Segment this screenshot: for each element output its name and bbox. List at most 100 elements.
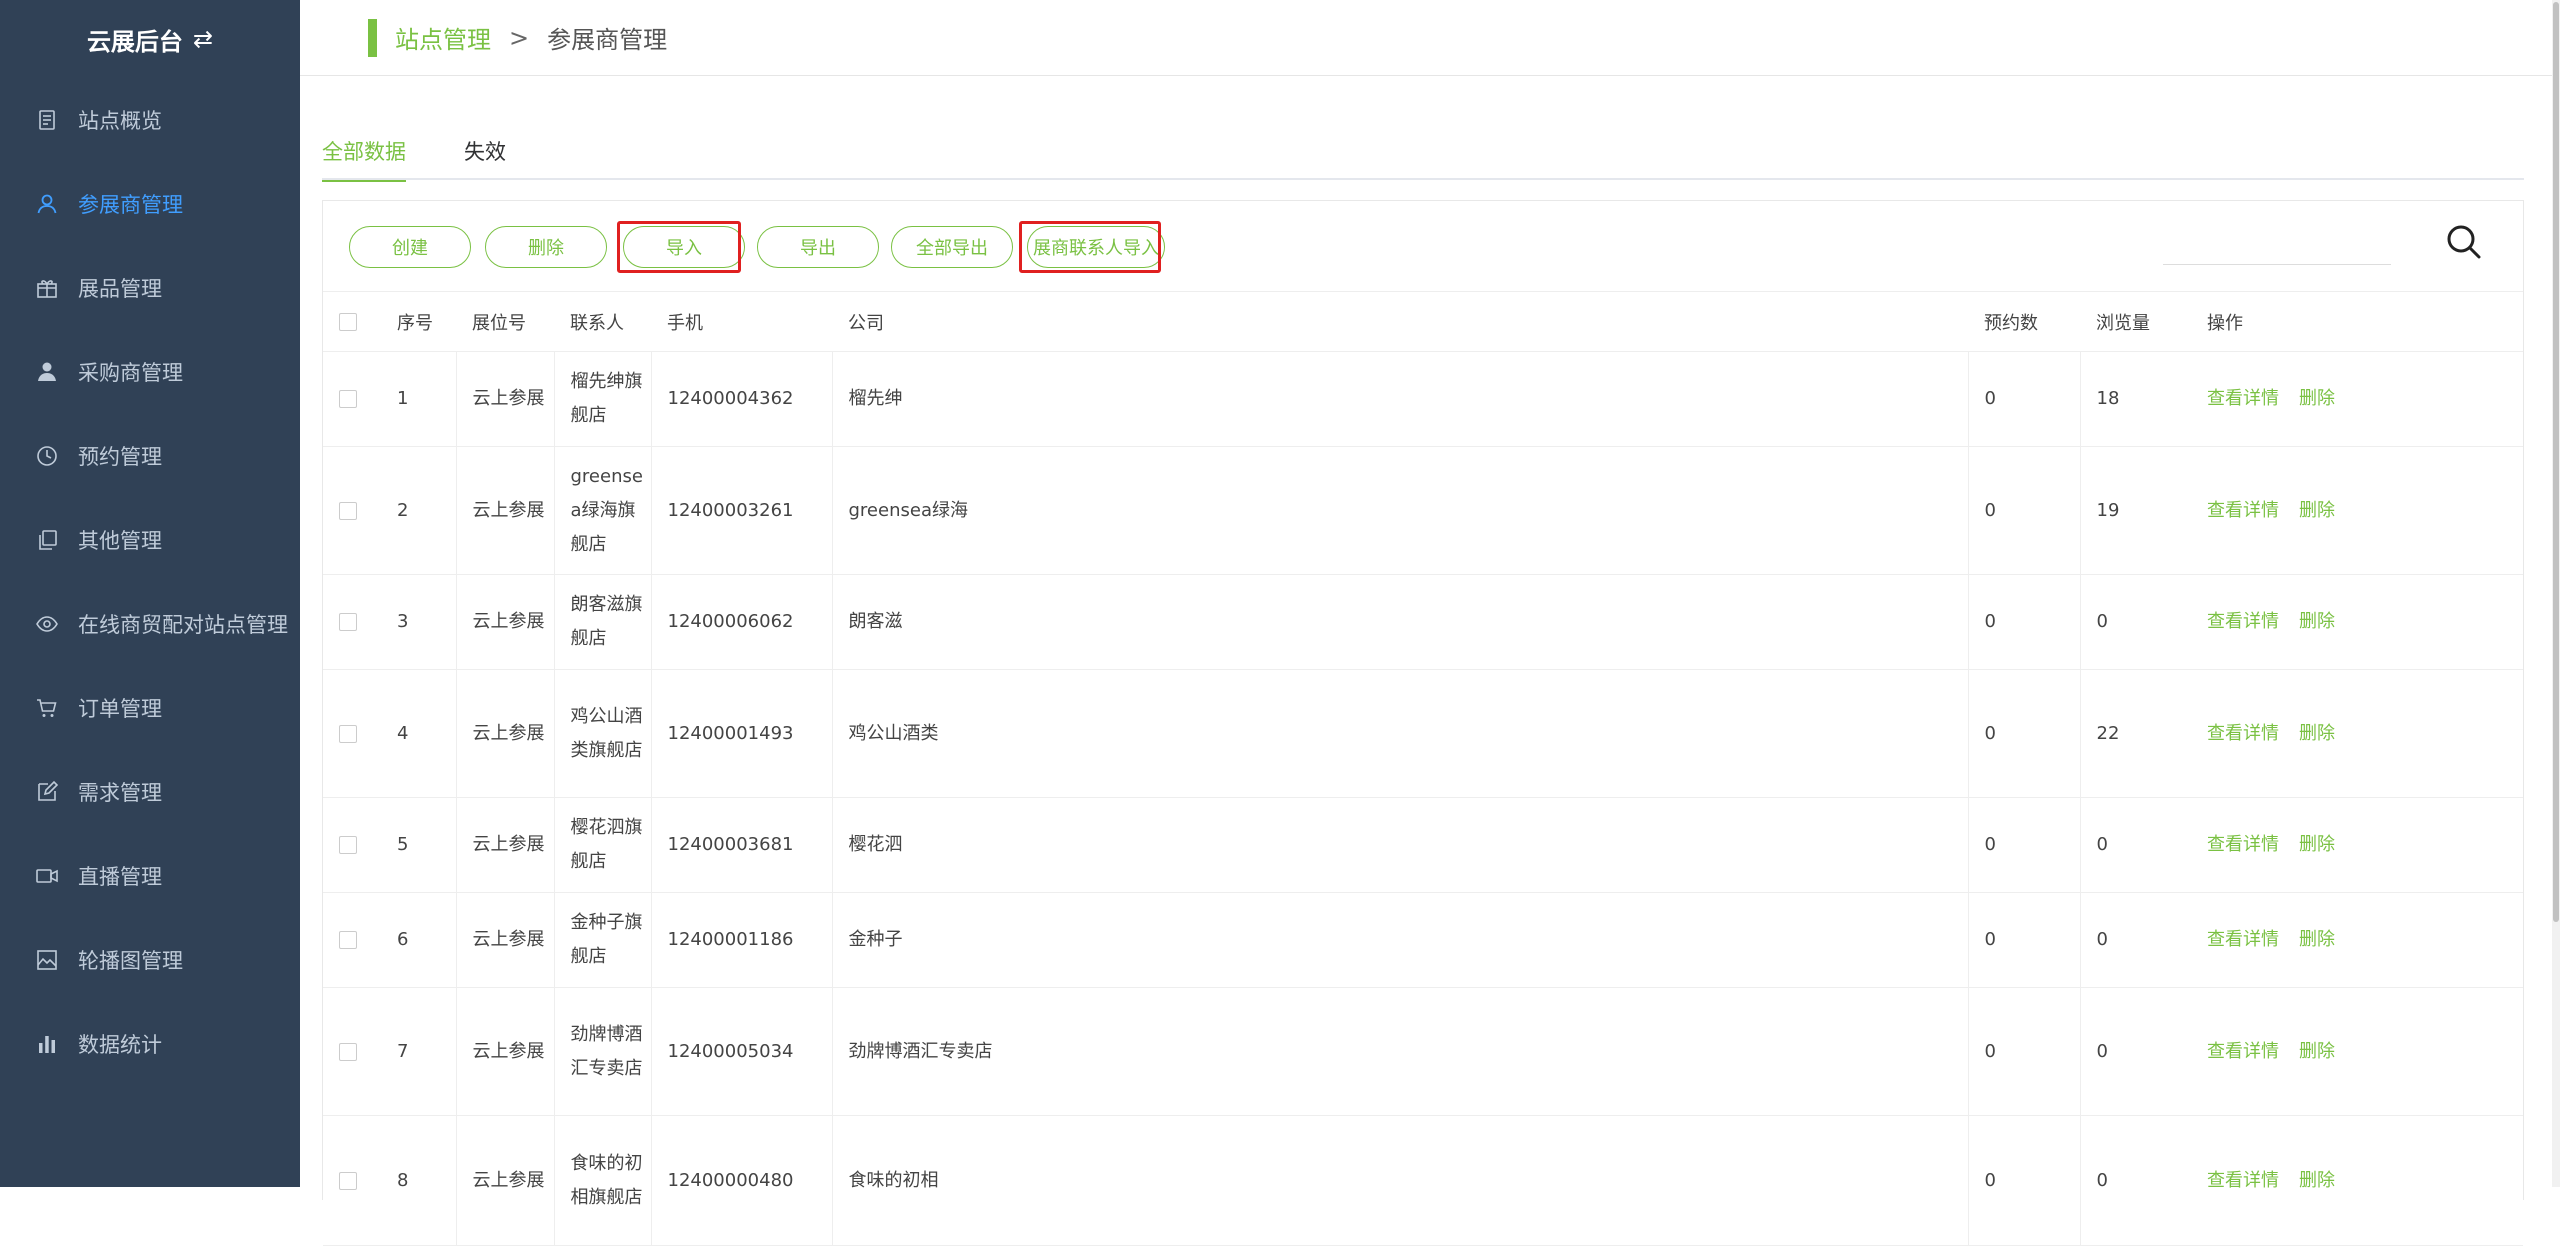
- row-checkbox[interactable]: [339, 613, 357, 631]
- table-row: 7 云上参展 劲牌博酒汇专卖店 12400005034 劲牌博酒汇专卖店 0 0 查看详情 删除: [323, 987, 2523, 1116]
- cell-booth: 云上参展: [455, 574, 554, 670]
- table-row: 8 云上参展 食味的初相旗舰店 12400000480 食味的初相 0 0 查看详情 删除: [323, 1115, 2523, 1246]
- delete-row-link[interactable]: 删除: [2299, 388, 2335, 409]
- delete-row-link[interactable]: 删除: [2299, 929, 2335, 950]
- select-all-checkbox[interactable]: [339, 313, 357, 331]
- header-bookings: 预约数: [1968, 291, 2080, 352]
- sidebar-item-label: 订单管理: [78, 697, 162, 721]
- cell-actions: 查看详情 删除: [2191, 892, 2523, 988]
- sidebar-item-1[interactable]: 参展商管理: [0, 162, 300, 246]
- sidebar-item-8[interactable]: 需求管理: [0, 750, 300, 834]
- header-phone: 手机: [651, 291, 832, 352]
- sidebar-item-11[interactable]: 数据统计: [0, 1002, 300, 1086]
- cell-actions: 查看详情 删除: [2191, 446, 2523, 575]
- view-details-link[interactable]: 查看详情: [2207, 834, 2279, 855]
- cell-actions: 查看详情 删除: [2191, 987, 2523, 1116]
- export-button[interactable]: 导出: [757, 226, 879, 268]
- tab-invalid[interactable]: 失效: [464, 120, 506, 180]
- search-icon[interactable]: [2445, 223, 2483, 261]
- cell-booth: 云上参展: [455, 1115, 554, 1246]
- search-underline: [2163, 264, 2391, 265]
- table-row: 3 云上参展 朗客滋旗舰店 12400006062 朗客滋 0 0 查看详情 删除: [323, 574, 2523, 670]
- scrollbar-thumb[interactable]: [2553, 2, 2559, 922]
- table-row: 5 云上参展 樱花泗旗舰店 12400003681 樱花泗 0 0 查看详情 删除: [323, 797, 2523, 893]
- cell-bookings: 0: [1967, 351, 2080, 447]
- view-details-link[interactable]: 查看详情: [2207, 929, 2279, 950]
- breadcrumb-link[interactable]: 站点管理: [395, 20, 491, 55]
- table-header-row: 序号 展位号 联系人 手机 公司 预约数 浏览量 操作: [323, 291, 2523, 352]
- sidebar-item-label: 其他管理: [78, 529, 162, 553]
- row-checkbox[interactable]: [339, 724, 357, 743]
- cell-index: 3: [381, 574, 456, 670]
- sidebar-item-5[interactable]: 其他管理: [0, 498, 300, 582]
- sidebar-item-3[interactable]: 采购商管理: [0, 330, 300, 414]
- cell-views: 19: [2079, 446, 2191, 575]
- cell-views: 0: [2079, 987, 2191, 1116]
- view-details-link[interactable]: 查看详情: [2207, 723, 2279, 744]
- cell-bookings: 0: [1967, 987, 2080, 1116]
- cell-booth: 云上参展: [455, 987, 554, 1116]
- exhibitor-table: 序号 展位号 联系人 手机 公司 预约数 浏览量 操作 1 云上参展 榴先绅旗舰店 1…: [323, 291, 2523, 1246]
- row-checkbox[interactable]: [339, 390, 357, 408]
- delete-button[interactable]: 删除: [485, 226, 607, 268]
- view-details-link[interactable]: 查看详情: [2207, 388, 2279, 409]
- cell-bookings: 0: [1967, 892, 2080, 988]
- cell-views: 22: [2079, 669, 2191, 798]
- delete-row-link[interactable]: 删除: [2299, 500, 2335, 521]
- sidebar-item-label: 数据统计: [78, 1033, 162, 1057]
- view-details-link[interactable]: 查看详情: [2207, 1041, 2279, 1062]
- sidebar-item-10[interactable]: 轮播图管理: [0, 918, 300, 1002]
- cell-bookings: 0: [1967, 797, 2080, 893]
- row-checkbox[interactable]: [339, 931, 357, 949]
- sidebar-item-7[interactable]: 订单管理: [0, 666, 300, 750]
- row-checkbox[interactable]: [339, 501, 357, 520]
- cell-booth: 云上参展: [455, 446, 554, 575]
- cell-contact: 樱花泗旗舰店: [553, 797, 651, 893]
- cell-contact: greensea绿海旗舰店: [553, 446, 651, 575]
- delete-row-link[interactable]: 删除: [2299, 1170, 2335, 1191]
- cell-phone: 12400006062: [650, 574, 832, 670]
- sidebar-item-0[interactable]: 站点概览: [0, 78, 300, 162]
- delete-row-link[interactable]: 删除: [2299, 611, 2335, 632]
- overview-icon: [34, 107, 60, 133]
- export-all-button[interactable]: 全部导出: [891, 226, 1013, 268]
- contact-import-highlight-box: [1019, 221, 1161, 273]
- view-details-link[interactable]: 查看详情: [2207, 1170, 2279, 1191]
- cell-contact: 鸡公山酒类旗舰店: [553, 669, 651, 798]
- breadcrumb: 站点管理 > 参展商管理: [300, 0, 2552, 76]
- swap-icon[interactable]: ⇄: [193, 25, 213, 53]
- import-highlight-box: [617, 221, 741, 273]
- table-row: 4 云上参展 鸡公山酒类旗舰店 12400001493 鸡公山酒类 0 22 查看详情 删除: [323, 669, 2523, 798]
- header-views: 浏览量: [2080, 291, 2191, 352]
- cell-company: 鸡公山酒类: [831, 669, 1968, 798]
- sidebar-item-label: 采购商管理: [78, 361, 183, 385]
- sidebar-item-4[interactable]: 预约管理: [0, 414, 300, 498]
- breadcrumb-current: 参展商管理: [547, 26, 668, 54]
- image-icon: [34, 947, 60, 973]
- cell-actions: 查看详情 删除: [2191, 351, 2523, 447]
- cell-company: greensea绿海: [831, 446, 1968, 575]
- cell-phone: 12400001186: [650, 892, 832, 988]
- delete-row-link[interactable]: 删除: [2299, 1041, 2335, 1062]
- cell-phone: 12400000480: [650, 1115, 832, 1246]
- breadcrumb-marker: [368, 18, 377, 57]
- sidebar-item-6[interactable]: 在线商贸配对站点管理: [0, 582, 300, 666]
- row-checkbox[interactable]: [339, 1042, 357, 1061]
- cell-company: 劲牌博酒汇专卖店: [831, 987, 1968, 1116]
- cell-phone: 12400001493: [650, 669, 832, 798]
- delete-row-link[interactable]: 删除: [2299, 723, 2335, 744]
- create-button[interactable]: 创建: [349, 226, 471, 268]
- row-checkbox[interactable]: [339, 836, 357, 854]
- sidebar-item-9[interactable]: 直播管理: [0, 834, 300, 918]
- brand[interactable]: 云展后台 ⇄: [0, 0, 300, 78]
- delete-row-link[interactable]: 删除: [2299, 834, 2335, 855]
- search-input[interactable]: [2163, 231, 2391, 263]
- tab-all-data[interactable]: 全部数据: [322, 120, 406, 182]
- header-booth: 展位号: [456, 291, 554, 352]
- sidebar-item-2[interactable]: 展品管理: [0, 246, 300, 330]
- view-details-link[interactable]: 查看详情: [2207, 500, 2279, 521]
- cell-views: 18: [2079, 351, 2191, 447]
- cell-index: 5: [381, 797, 456, 893]
- cell-booth: 云上参展: [455, 892, 554, 988]
- view-details-link[interactable]: 查看详情: [2207, 611, 2279, 632]
